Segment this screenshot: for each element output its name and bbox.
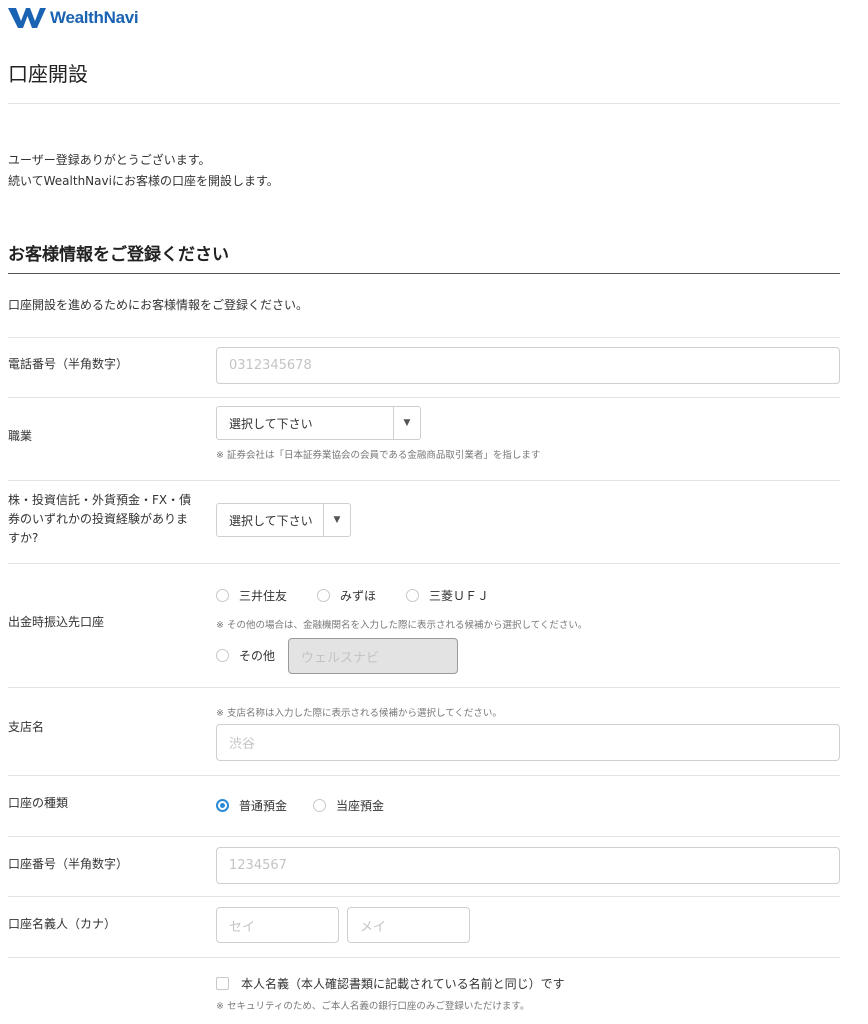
- divider: [8, 687, 840, 688]
- bank-option-mufg[interactable]: 三菱ＵＦＪ: [406, 587, 489, 604]
- section-description: 口座開設を進めるためにお客様情報をご登録ください。: [8, 298, 309, 312]
- intro-line-2: 続いてWealthNaviにお客様の口座を開設します。: [8, 174, 279, 188]
- same-name-checkbox[interactable]: 本人名義（本人確認書類に記載されている名前と同じ）です: [216, 975, 565, 992]
- experience-label-line-3: すか?: [8, 531, 39, 545]
- experience-label-line-2: 券のいずれかの投資経験がありま: [8, 512, 189, 526]
- brand-logo[interactable]: WealthNavi: [8, 6, 139, 30]
- account-holder-sei-placeholder: セイ: [229, 919, 256, 935]
- chevron-down-icon: ▼: [393, 407, 420, 439]
- bank-option-label: 三菱ＵＦＪ: [429, 589, 490, 603]
- same-name-note: ※ セキュリティのため、ご本人名義の銀行口座のみご登録いただけます。: [216, 1001, 530, 1012]
- occupation-select-value: 選択して下さい: [229, 416, 313, 431]
- radio-icon: [216, 589, 229, 602]
- phone-label: 電話番号（半角数字）: [8, 357, 129, 371]
- section-title: お客様情報をご登録ください: [8, 245, 229, 265]
- bank-other-placeholder: ウェルスナビ: [301, 650, 380, 666]
- divider: [8, 397, 840, 398]
- account-type-checking[interactable]: 当座預金: [313, 797, 384, 814]
- branch-label: 支店名: [8, 720, 45, 734]
- same-name-label: 本人名義（本人確認書類に記載されている名前と同じ）です: [241, 977, 565, 991]
- experience-select[interactable]: 選択して下さい ▼: [216, 503, 351, 537]
- brand-name: WealthNavi: [50, 8, 139, 27]
- account-type-option-label: 普通預金: [239, 799, 288, 813]
- bank-note: ※ その他の場合は、金融機関名を入力した際に表示される候補から選択してください。: [216, 620, 588, 631]
- experience-label: 株・投資信託・外貨預金・FX・債 券のいずれかの投資経験がありま すか?: [8, 491, 191, 548]
- phone-input[interactable]: 0312345678: [216, 347, 840, 384]
- divider: [8, 480, 840, 481]
- experience-select-value: 選択して下さい: [229, 513, 313, 528]
- divider: [8, 836, 840, 837]
- intro-line-1: ユーザー登録ありがとうございます。: [8, 153, 211, 167]
- account-holder-label: 口座名義人（カナ）: [8, 917, 117, 931]
- divider: [8, 775, 840, 776]
- account-number-input[interactable]: 1234567: [216, 847, 840, 884]
- branch-placeholder: 渋谷: [229, 737, 256, 752]
- bank-other-input[interactable]: ウェルスナビ: [288, 638, 458, 674]
- divider: [8, 896, 840, 897]
- branch-input[interactable]: 渋谷: [216, 724, 840, 761]
- divider: [8, 337, 840, 338]
- intro-text: ユーザー登録ありがとうございます。 続いてWealthNaviにお客様の口座を開…: [8, 150, 279, 192]
- divider: [8, 103, 840, 104]
- phone-placeholder: 0312345678: [229, 358, 312, 373]
- chevron-down-icon: ▼: [323, 504, 350, 536]
- divider: [8, 563, 840, 564]
- page-title: 口座開設: [8, 62, 88, 86]
- radio-icon: [313, 799, 326, 812]
- branch-note: ※ 支店名称は入力した際に表示される候補から選択してください。: [216, 708, 502, 719]
- account-holder-mei-placeholder: メイ: [360, 919, 387, 935]
- bank-option-other[interactable]: その他: [216, 647, 275, 664]
- checkbox-icon: [216, 977, 229, 990]
- radio-icon: [216, 649, 229, 662]
- bank-option-label: 三井住友: [239, 589, 288, 603]
- account-type-ordinary[interactable]: 普通預金: [216, 797, 287, 814]
- bank-option-label: みずほ: [340, 589, 377, 603]
- experience-label-line-1: 株・投資信託・外貨預金・FX・債: [8, 493, 192, 507]
- bank-option-smbc[interactable]: 三井住友: [216, 587, 287, 604]
- account-number-placeholder: 1234567: [229, 858, 287, 873]
- account-type-label: 口座の種類: [8, 796, 69, 810]
- bank-option-mizuho[interactable]: みずほ: [317, 587, 376, 604]
- account-type-option-label: 当座預金: [336, 799, 385, 813]
- divider: [8, 957, 840, 958]
- radio-icon: [406, 589, 419, 602]
- radio-icon: [317, 589, 330, 602]
- bank-option-label: その他: [239, 649, 276, 663]
- occupation-select[interactable]: 選択して下さい ▼: [216, 406, 421, 440]
- wealthnavi-w-icon: [8, 8, 46, 28]
- occupation-note: ※ 証券会社は「日本証券業協会の会員である金融商品取引業者」を指します: [216, 450, 541, 461]
- bank-label: 出金時振込先口座: [8, 615, 105, 629]
- radio-selected-icon: [216, 799, 229, 812]
- account-holder-sei-input[interactable]: セイ: [216, 907, 339, 943]
- section-divider: [8, 273, 840, 274]
- account-holder-mei-input[interactable]: メイ: [347, 907, 470, 943]
- occupation-label: 職業: [8, 429, 33, 443]
- account-number-label: 口座番号（半角数字）: [8, 857, 129, 871]
